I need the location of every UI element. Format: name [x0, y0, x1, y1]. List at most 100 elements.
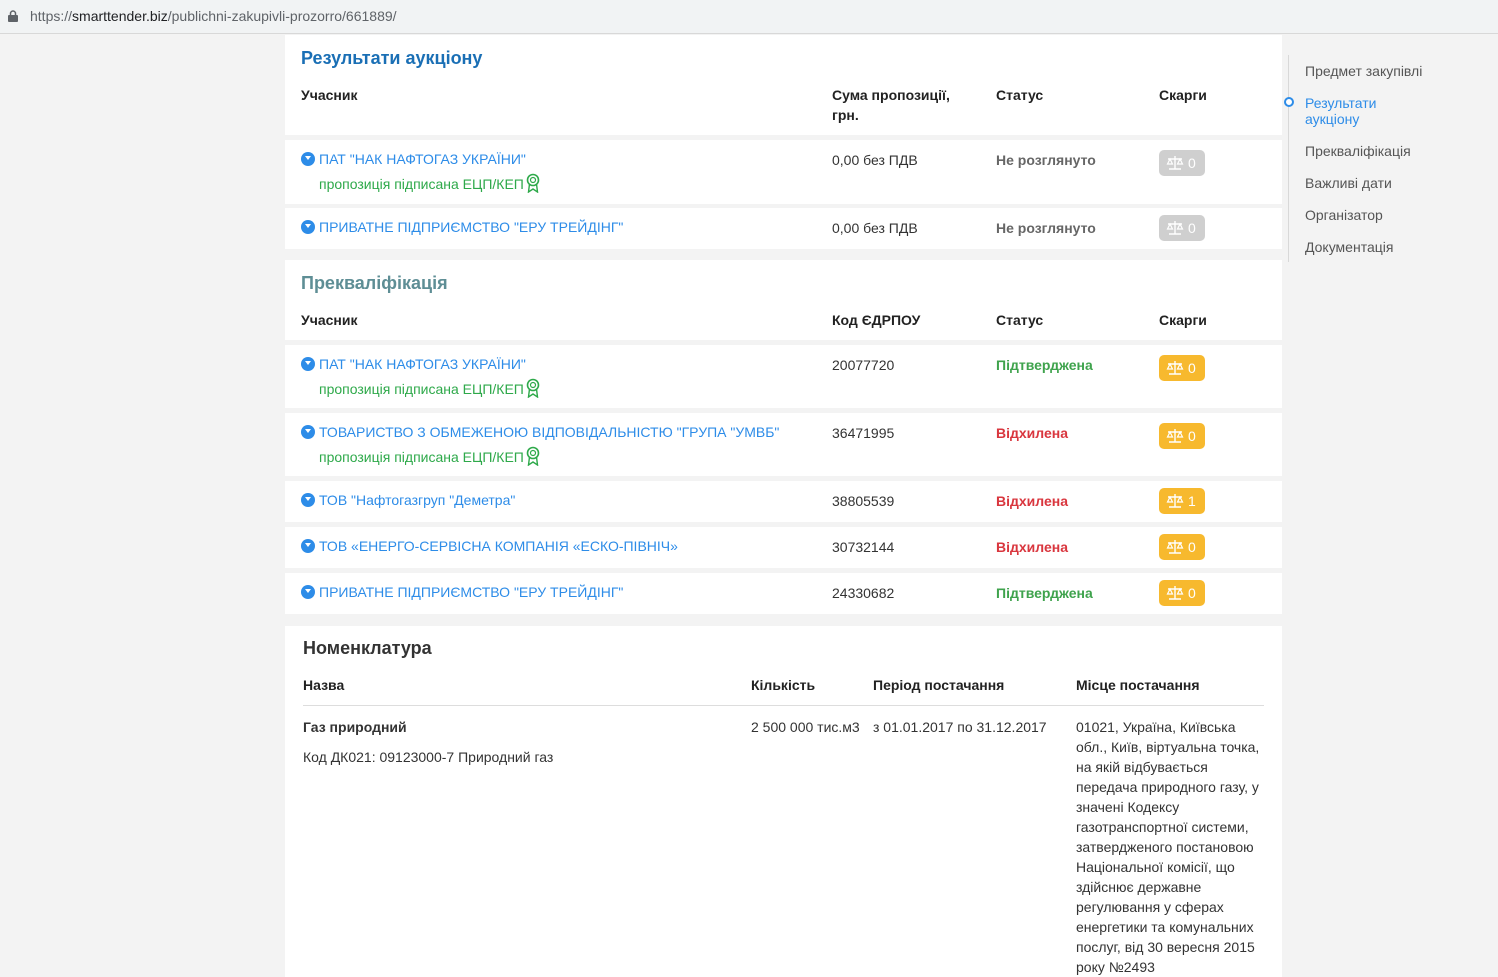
th-complaints: Скарги — [1159, 312, 1207, 328]
th-place: Місце постачання — [1076, 677, 1200, 693]
complaints-button[interactable]: 0 — [1159, 534, 1205, 560]
participant-link[interactable]: ТОВАРИСТВО З ОБМЕЖЕНОЮ ВІДПОВІДАЛЬНІСТЮ … — [319, 424, 779, 440]
prequal-title: Прекваліфікація — [301, 273, 448, 293]
complaints-count: 0 — [1188, 585, 1196, 601]
status-badge: Відхилена — [996, 493, 1069, 509]
th-status: Статус — [996, 87, 1044, 103]
nav-item-dates[interactable]: Важливі дати — [1305, 175, 1392, 191]
complaints-count: 0 — [1188, 220, 1196, 236]
complaints-button[interactable]: 0 — [1159, 150, 1205, 176]
edrpou-code: 36471995 — [832, 425, 895, 441]
table-row: ПАТ "НАК НАФТОГАЗ УКРАЇНИ" пропозиція пі… — [285, 345, 1282, 408]
th-period: Період постачання — [873, 677, 1005, 693]
side-nav: Предмет закупівлі Результати аукціону Пр… — [1284, 55, 1489, 262]
chevron-down-icon[interactable] — [301, 493, 315, 507]
address-bar[interactable]: https://smarttender.biz/publichni-zakupi… — [0, 0, 1498, 34]
nav-item-prequal[interactable]: Прекваліфікація — [1305, 143, 1411, 159]
divider — [303, 705, 1264, 706]
chevron-down-icon[interactable] — [301, 585, 315, 599]
place-line: газотранспортної системи, — [1076, 819, 1249, 835]
complaints-button[interactable]: 0 — [1159, 423, 1205, 449]
chevron-down-icon[interactable] — [301, 220, 315, 234]
status-badge: Підтверджена — [996, 357, 1093, 373]
status-badge: Підтверджена — [996, 585, 1093, 601]
prequal-header-card: Прекваліфікація Учасник Код ЄДРПОУ Стату… — [285, 260, 1282, 340]
complaints-button[interactable]: 0 — [1159, 215, 1205, 241]
scales-icon — [1166, 494, 1184, 508]
lock-icon — [8, 10, 18, 22]
place-line: обл., Київ, віртуальна точка, — [1076, 739, 1260, 755]
complaints-button[interactable]: 0 — [1159, 355, 1205, 381]
edrpou-code: 20077720 — [832, 357, 895, 373]
nav-item-auction-results[interactable]: Результати аукціону — [1305, 95, 1377, 127]
medal-icon — [526, 378, 540, 398]
edrpou-code: 30732144 — [832, 539, 895, 555]
th-complaints: Скарги — [1159, 87, 1207, 103]
nomenclature-card: Номенклатура Назва Кількість Період пост… — [285, 626, 1282, 977]
signed-text: пропозиція підписана ЕЦП/КЕП — [319, 176, 524, 192]
th-status: Статус — [996, 312, 1044, 328]
th-participant: Учасник — [301, 87, 358, 103]
table-row: ТОВ «ЕНЕРГО-СЕРВІСНА КОМПАНІЯ «ЕСКО-ПІВН… — [285, 527, 1282, 568]
complaints-count: 1 — [1188, 493, 1196, 509]
signed-note: пропозиція підписана ЕЦП/КЕП — [319, 173, 541, 193]
participant-link[interactable]: ТОВ "Нафтогазгруп "Деметра" — [319, 492, 515, 508]
chevron-down-icon[interactable] — [301, 357, 315, 371]
nav-item-docs[interactable]: Документація — [1305, 239, 1393, 255]
participant-link[interactable]: ТОВ «ЕНЕРГО-СЕРВІСНА КОМПАНІЯ «ЕСКО-ПІВН… — [319, 538, 678, 554]
complaints-button[interactable]: 0 — [1159, 580, 1205, 606]
scales-icon — [1166, 361, 1184, 375]
signed-note: пропозиція підписана ЕЦП/КЕП — [319, 378, 541, 398]
edrpou-code: 24330682 — [832, 585, 895, 601]
signed-note: пропозиція підписана ЕЦП/КЕП — [319, 446, 541, 466]
medal-icon — [526, 173, 540, 193]
participant-link[interactable]: ПАТ "НАК НАФТОГАЗ УКРАЇНИ" — [319, 151, 526, 167]
place-line: 01021, Україна, Київська — [1076, 719, 1236, 735]
complaints-button[interactable]: 1 — [1159, 488, 1205, 514]
status-badge: Не розглянуто — [996, 152, 1096, 168]
th-code: Код ЄДРПОУ — [832, 312, 921, 328]
status-badge: Не розглянуто — [996, 220, 1096, 236]
th-name: Назва — [303, 677, 345, 693]
chevron-down-icon[interactable] — [301, 539, 315, 553]
place-line: послуг, від 30 вересня 2015 — [1076, 939, 1255, 955]
participant-link[interactable]: ПРИВАТНЕ ПІДПРИЄМСТВО "ЕРУ ТРЕЙДІНГ" — [319, 219, 623, 235]
active-marker — [1284, 97, 1294, 107]
th-sum-line1: Сума пропозиції, — [832, 87, 950, 103]
edrpou-code: 38805539 — [832, 493, 895, 509]
complaints-count: 0 — [1188, 428, 1196, 444]
place-line: на якій відбувається — [1076, 759, 1208, 775]
item-period: з 01.01.2017 по 31.12.2017 — [873, 719, 1047, 735]
item-code: Код ДК021: 09123000-7 Природний газ — [303, 749, 554, 765]
participant-link[interactable]: ПАТ "НАК НАФТОГАЗ УКРАЇНИ" — [319, 356, 526, 372]
chevron-down-icon[interactable] — [301, 152, 315, 166]
scales-icon — [1166, 429, 1184, 443]
signed-text: пропозиція підписана ЕЦП/КЕП — [319, 449, 524, 465]
nav-item-subject[interactable]: Предмет закупівлі — [1305, 63, 1422, 79]
participant-link[interactable]: ПРИВАТНЕ ПІДПРИЄМСТВО "ЕРУ ТРЕЙДІНГ" — [319, 584, 623, 600]
item-qty: 2 500 000 тис.м3 — [751, 719, 860, 735]
th-sum-line2: грн. — [832, 107, 859, 123]
scales-icon — [1166, 221, 1184, 235]
table-row: ПРИВАТНЕ ПІДПРИЄМСТВО "ЕРУ ТРЕЙДІНГ" 0,0… — [285, 208, 1282, 249]
place-line: енергетики та комунальних — [1076, 919, 1254, 935]
signed-text: пропозиція підписана ЕЦП/КЕП — [319, 381, 524, 397]
nav-label-line1: Результати — [1305, 95, 1377, 111]
url-path: /publichni-zakupivli-prozorro/661889/ — [167, 8, 397, 24]
item-place: 01021, Україна, Київська обл., Київ, вір… — [1076, 717, 1259, 977]
chevron-down-icon[interactable] — [301, 425, 315, 439]
place-line: здійснює державне — [1076, 879, 1202, 895]
status-badge: Відхилена — [996, 425, 1069, 441]
complaints-count: 0 — [1188, 155, 1196, 171]
auction-header-card: Результати аукціону Учасник Сума пропози… — [285, 35, 1282, 135]
table-row: ПАТ "НАК НАФТОГАЗ УКРАЇНИ" пропозиція пі… — [285, 140, 1282, 204]
status-badge: Відхилена — [996, 539, 1069, 555]
nav-item-organizer[interactable]: Організатор — [1305, 207, 1383, 223]
table-row: ПРИВАТНЕ ПІДПРИЄМСТВО "ЕРУ ТРЕЙДІНГ" 243… — [285, 573, 1282, 614]
sum-value: 0,00 без ПДВ — [832, 152, 918, 168]
sum-value: 0,00 без ПДВ — [832, 220, 918, 236]
place-line: затвердженого постановою — [1076, 839, 1254, 855]
place-line: року №2493 — [1076, 959, 1155, 975]
medal-icon — [526, 446, 540, 466]
url-text[interactable]: https://smarttender.biz/publichni-zakupi… — [30, 8, 397, 24]
